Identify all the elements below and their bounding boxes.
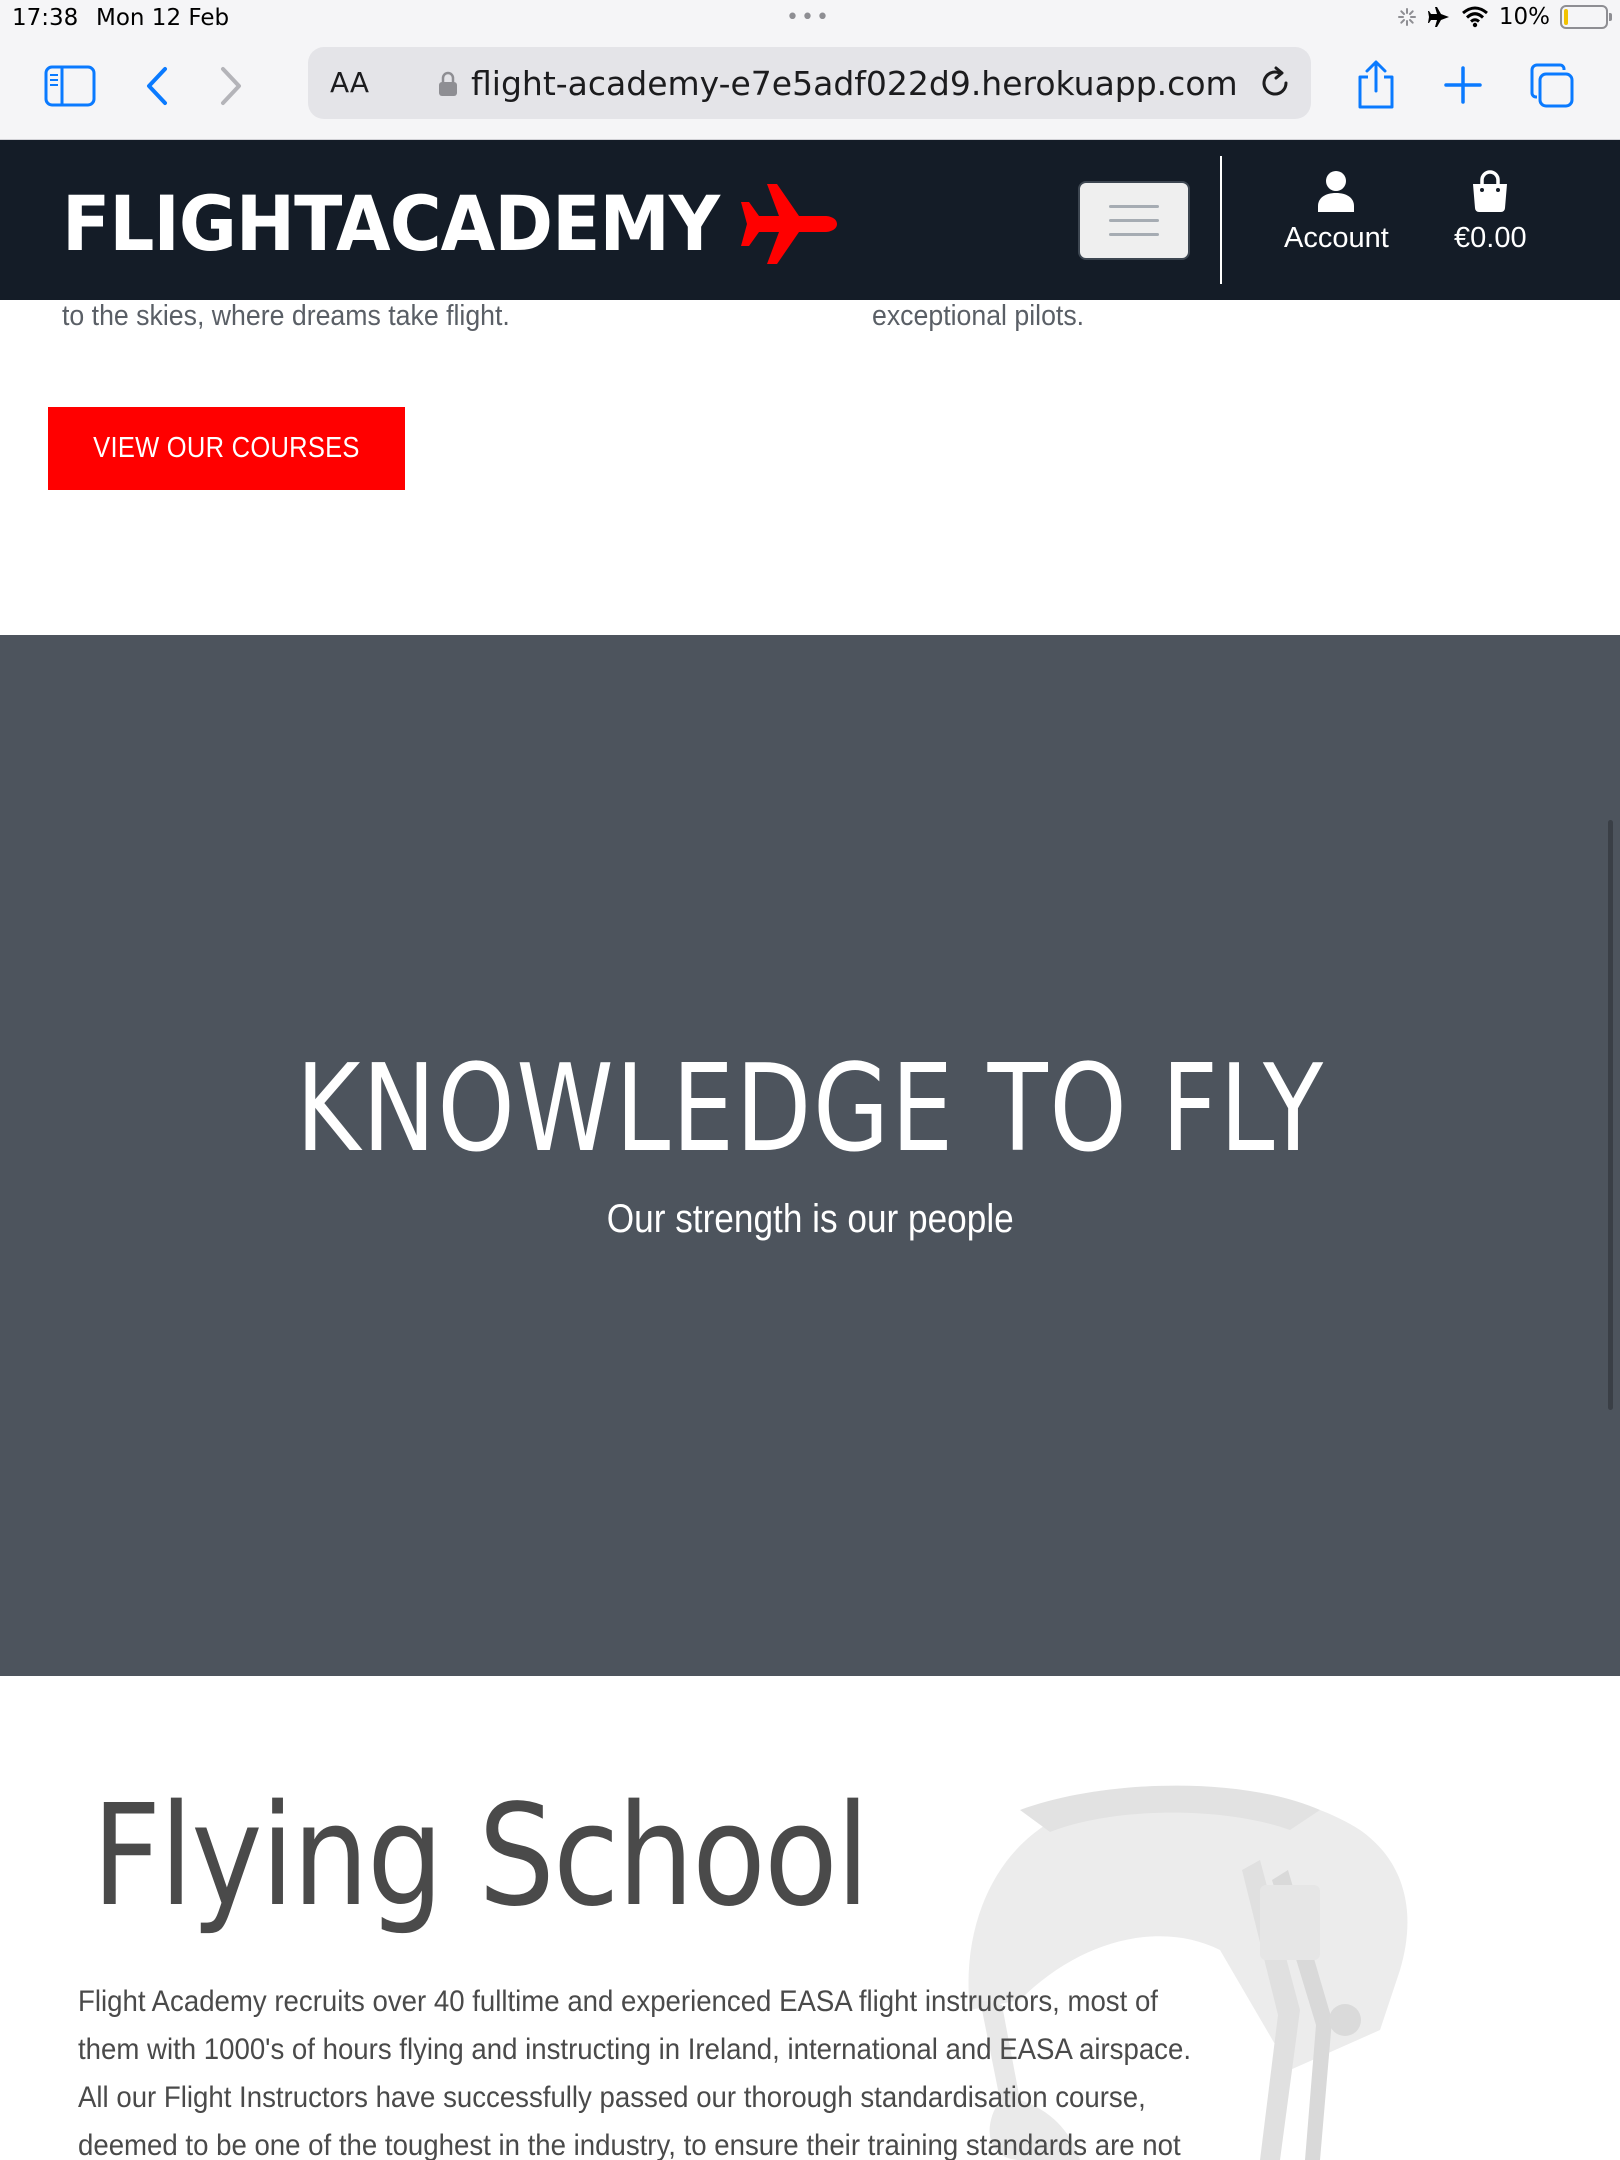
wifi-icon xyxy=(1461,6,1488,28)
hamburger-line xyxy=(1109,205,1159,208)
banner-subtitle: Our strength is our people xyxy=(606,1197,1014,1241)
header-divider xyxy=(1220,156,1222,284)
description-line: deemed to be one of the toughest in the … xyxy=(78,2129,1181,2160)
reader-aa-button[interactable]: AA xyxy=(330,66,369,99)
account-link[interactable]: Account xyxy=(1284,170,1389,255)
airplane-mode-icon xyxy=(1427,7,1449,27)
address-bar[interactable]: AA flight-academy-e7e5adf022d9.herokuapp… xyxy=(308,47,1311,119)
site-logo[interactable]: FLIGHTACADEMY xyxy=(62,182,839,266)
reload-icon[interactable] xyxy=(1257,65,1293,106)
logo-text: FLIGHTACADEMY xyxy=(62,179,720,268)
view-courses-label: VIEW OUR COURSES xyxy=(93,432,360,464)
flying-school-title: Flying School xyxy=(92,1775,869,1938)
battery-level xyxy=(1564,9,1568,25)
airplane-logo-icon xyxy=(740,184,837,264)
url-text: flight-academy-e7e5adf022d9.herokuapp.co… xyxy=(471,64,1238,103)
status-date: Mon 12 Feb xyxy=(96,5,230,31)
menu-toggle-button[interactable] xyxy=(1078,181,1190,260)
site-header: FLIGHTACADEMY Account €0.00 xyxy=(0,140,1620,300)
description-line: them with 1000's of hours flying and ins… xyxy=(78,2033,1191,2066)
status-time: 17:38 xyxy=(12,5,79,31)
hamburger-line xyxy=(1109,233,1159,236)
banner-title: KNOWLEDGE TO FLY xyxy=(295,1040,1325,1179)
lock-icon xyxy=(438,71,458,102)
forward-arrow-icon[interactable] xyxy=(212,62,252,110)
hamburger-line xyxy=(1109,219,1159,222)
status-bar: 17:38 Mon 12 Feb ••• 10% xyxy=(0,0,1620,38)
intro-right-text: exceptional pilots. xyxy=(872,300,1085,332)
shopping-bag-icon xyxy=(1473,170,1508,212)
knowledge-banner: KNOWLEDGE TO FLY Our strength is our peo… xyxy=(0,635,1620,1676)
new-tab-plus-icon[interactable] xyxy=(1440,62,1486,108)
browser-toolbar: AA flight-academy-e7e5adf022d9.herokuapp… xyxy=(0,38,1620,140)
user-icon xyxy=(1318,171,1355,212)
view-courses-button[interactable]: VIEW OUR COURSES xyxy=(48,407,405,490)
cart-link[interactable]: €0.00 xyxy=(1454,170,1527,255)
description-line: All our Flight Instructors have successf… xyxy=(78,2081,1146,2114)
sidebar-toggle-icon[interactable] xyxy=(42,62,98,110)
account-label: Account xyxy=(1284,222,1389,254)
tabs-overview-icon[interactable] xyxy=(1526,60,1578,112)
battery-percent: 10% xyxy=(1498,4,1550,30)
battery-icon xyxy=(1560,5,1612,29)
share-icon[interactable] xyxy=(1350,58,1402,112)
multitasking-dots-icon[interactable]: ••• xyxy=(786,5,831,30)
intro-left-text: to the skies, where dreams take flight. xyxy=(62,300,510,332)
back-arrow-icon[interactable] xyxy=(136,62,176,110)
page-scrollbar[interactable] xyxy=(1608,820,1613,1410)
description-line: Flight Academy recruits over 40 fulltime… xyxy=(78,1985,1158,2018)
status-indicators: 10% xyxy=(1397,4,1612,30)
cart-total: €0.00 xyxy=(1454,222,1527,254)
flying-school-description: Flight Academy recruits over 40 fulltime… xyxy=(78,1978,1338,2160)
loading-spinner-icon xyxy=(1397,8,1416,26)
